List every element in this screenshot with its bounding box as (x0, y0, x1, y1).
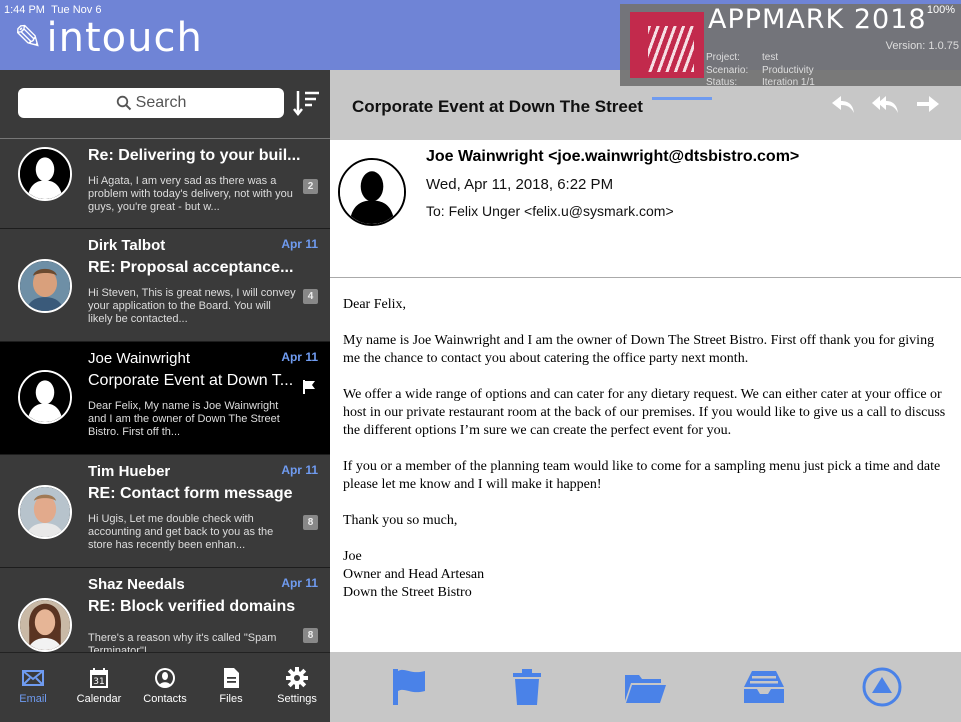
message-subject: Corporate Event at Down T... (88, 372, 294, 389)
email-date: Wed, Apr 11, 2018, 6:22 PM (426, 176, 614, 193)
person-photo-icon (20, 600, 70, 650)
message-preview: Dear Felix, My name is Joe Wainwright an… (88, 400, 280, 438)
reply-icon[interactable] (829, 90, 857, 118)
message-sender: Tim Hueber (88, 463, 171, 480)
trash-icon[interactable] (505, 665, 549, 709)
message-date: Apr 11 (281, 576, 318, 590)
tab-settings[interactable]: Settings (264, 653, 330, 722)
appmark-logo-icon (630, 12, 704, 78)
app-name: intouch (46, 15, 203, 61)
message-subject: RE: Proposal acceptance... (88, 259, 294, 276)
appmark-version: Version: 1.0.75 (885, 40, 959, 52)
email-paragraph: If you or a member of the planning team … (343, 459, 941, 492)
tab-files[interactable]: Files (198, 653, 264, 722)
scroll-up-icon[interactable] (860, 665, 904, 709)
message-preview: There's a reason why it's called "Spam T… (88, 632, 277, 652)
search-bar: Search (0, 70, 330, 138)
folder-icon[interactable] (623, 665, 667, 709)
silhouette-icon (20, 149, 70, 199)
sender-avatar (338, 158, 406, 226)
appmark-meta: Project: test Scenario: Productivity Statu… (706, 52, 815, 88)
email-subject-title: Corporate Event at Down The Street (352, 97, 643, 116)
email-header: Joe Wainwright <joe.wainwright@dtsbistro… (330, 140, 961, 278)
bottom-tab-bar: Email 31 Calendar Contacts Files Setting… (0, 652, 330, 722)
envelope-icon (22, 670, 44, 686)
message-date: Apr 11 (281, 350, 318, 364)
thread-count-badge: 2 (303, 179, 318, 194)
message-preview: Hi Agata, I am very sad as there was a p… (88, 175, 293, 213)
avatar (18, 370, 72, 424)
email-paragraph: My name is Joe Wainwright and I am the o… (343, 333, 935, 366)
silhouette-icon (20, 372, 70, 422)
list-item[interactable]: Dirk Talbot Apr 11 RE: Proposal acceptan… (0, 229, 330, 342)
thread-count-badge: 8 (303, 515, 318, 530)
message-sender: Joe Wainwright (88, 350, 190, 367)
flag-icon[interactable] (387, 665, 431, 709)
file-icon (224, 668, 239, 688)
message-subject: RE: Block verified domains (88, 598, 296, 615)
message-preview: Hi Steven, This is great news, I will co… (88, 287, 296, 325)
status-bar: 1:44 PM Tue Nov 6 100% (0, 0, 961, 20)
email-paragraph: We offer a wide range of options and can… (343, 387, 946, 438)
email-actions-toolbar (330, 652, 961, 722)
sort-icon[interactable] (292, 88, 322, 118)
email-from: Joe Wainwright <joe.wainwright@dtsbistro… (426, 148, 800, 165)
search-icon (116, 95, 131, 111)
person-photo-icon (20, 487, 70, 537)
message-list[interactable]: Re: Delivering to your buil... Hi Agata,… (0, 138, 330, 652)
thread-count-badge: 4 (303, 289, 318, 304)
compose-logo-icon: ✎ (14, 19, 43, 57)
avatar (18, 259, 72, 313)
avatar (18, 147, 72, 201)
avatar (18, 485, 72, 539)
app-logo: ✎ intouch (14, 15, 203, 61)
avatar (18, 598, 72, 652)
status-time: 1:44 PM Tue Nov 6 (4, 4, 102, 16)
reply-actions (829, 90, 941, 118)
tab-email[interactable]: Email (0, 653, 66, 722)
message-sender: Shaz Needals (88, 576, 185, 593)
archive-icon[interactable] (742, 665, 786, 709)
flag-icon (303, 380, 315, 394)
email-greeting: Dear Felix, (343, 297, 406, 312)
email-body: Dear Felix, My name is Joe Wainwright an… (330, 278, 961, 652)
search-placeholder: Search (135, 94, 187, 111)
person-photo-icon (20, 261, 70, 311)
list-item[interactable]: Tim Hueber Apr 11 RE: Contact form messa… (0, 455, 330, 568)
message-subject: RE: Contact form message (88, 485, 293, 502)
email-paragraph: Thank you so much, (343, 513, 458, 528)
message-list-panel: Search Re: Delivering to your buil... Hi… (0, 70, 330, 652)
contact-icon (155, 668, 175, 688)
list-item-selected[interactable]: Joe Wainwright Apr 11 Corporate Event at… (0, 342, 330, 455)
status-battery: 100% (926, 4, 955, 16)
calendar-icon: 31 (90, 668, 108, 688)
reply-all-icon[interactable] (871, 90, 899, 118)
thread-count-badge: 8 (303, 628, 318, 643)
email-signature: Joe Owner and Head Artesan Down the Stre… (343, 549, 485, 600)
message-sender: Dirk Talbot (88, 237, 166, 254)
forward-icon[interactable] (913, 90, 941, 118)
email-to: To: Felix Unger <felix.u@sysmark.com> (426, 203, 674, 219)
search-input[interactable]: Search (18, 88, 284, 118)
message-subject: Re: Delivering to your buil... (88, 147, 301, 164)
tab-contacts[interactable]: Contacts (132, 653, 198, 722)
tab-calendar[interactable]: 31 Calendar (66, 653, 132, 722)
svg-text:31: 31 (93, 677, 104, 687)
list-item[interactable]: Shaz Needals Apr 11 RE: Block verified d… (0, 568, 330, 652)
loading-indicator (652, 97, 712, 100)
message-preview: Hi Ugis, Let me double check with accoun… (88, 513, 274, 551)
message-date: Apr 11 (281, 237, 318, 251)
message-date: Apr 11 (281, 463, 318, 477)
list-item[interactable]: Re: Delivering to your buil... Hi Agata,… (0, 139, 330, 229)
silhouette-icon (340, 160, 404, 224)
gear-icon (286, 667, 308, 689)
